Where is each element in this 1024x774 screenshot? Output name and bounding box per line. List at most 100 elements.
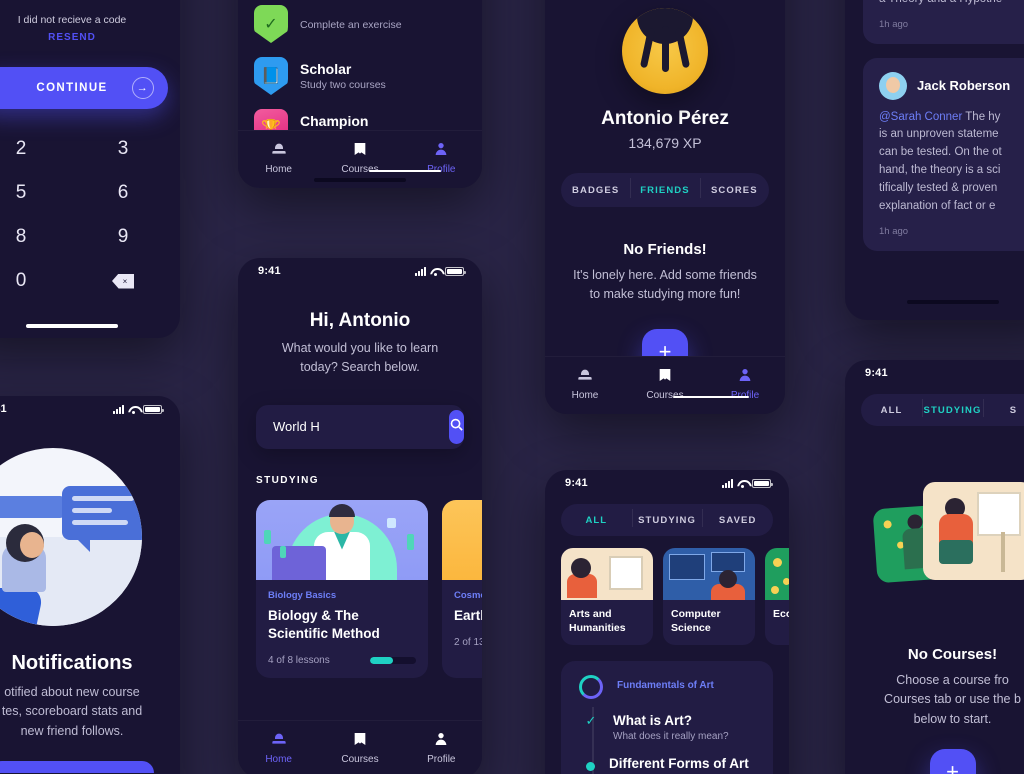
tab-home[interactable]: Home	[545, 367, 625, 401]
achievement-row[interactable]: 📘 Scholar Study two courses	[238, 50, 482, 102]
filter-all[interactable]: ALL	[561, 515, 632, 526]
verification-code-screen: I did not recieve a code RESEND CONTINUE…	[0, 0, 180, 338]
course-title: Earth & Cli	[454, 607, 482, 623]
no-code-text: I did not recieve a code	[17, 14, 127, 26]
battery-icon	[445, 266, 466, 276]
empty-state-body: Choose a course fro Courses tab or use t…	[845, 671, 1024, 729]
mention-link[interactable]: @Sarah Conner	[879, 111, 962, 123]
status-time: 9:41	[258, 265, 281, 277]
tab-home[interactable]: Home	[238, 141, 319, 175]
lesson-course-name: Fundamentals of Art	[617, 680, 714, 692]
tab-active-underline	[369, 170, 441, 172]
category-card[interactable]: Arts and Humanities	[561, 548, 653, 646]
scholar-badge-icon: 📘	[254, 57, 288, 95]
filter-studying[interactable]: STUDYING	[631, 508, 703, 527]
onboarding-title: Notifications	[11, 652, 133, 674]
tab-active-underline	[673, 396, 749, 398]
add-course-button[interactable]: +	[929, 749, 976, 774]
key-6[interactable]: 6	[72, 171, 174, 215]
tab-label: Home	[265, 754, 292, 765]
segment-scores[interactable]: SCORES	[699, 177, 769, 198]
tab-home[interactable]: Home	[238, 731, 319, 765]
signal-icon	[722, 478, 733, 488]
category-card[interactable]: Computer Science	[663, 548, 755, 646]
greeting-subtitle: What would you like to learn today? Sear…	[281, 341, 439, 374]
onboarding-cta-button[interactable]	[0, 761, 154, 774]
home-indicator	[906, 300, 999, 304]
status-time: 9:41	[565, 477, 588, 489]
course-card[interactable]: Cosmol Earth & Cli 2 of 13	[442, 499, 482, 678]
book-icon	[625, 367, 705, 386]
empty-body-line: Choose a course fro	[896, 673, 1009, 687]
tab-courses[interactable]: Courses	[319, 731, 400, 765]
empty-state-title: No Friends!	[623, 241, 707, 258]
onboarding-body-line: tes, scoreboard stats and	[1, 704, 143, 719]
status-time: 9:41	[865, 367, 888, 379]
lesson-row[interactable]: Different Forms of Art It is not just pa…	[575, 756, 759, 774]
achievement-row[interactable]: ✓ Complete an exercise	[238, 0, 482, 50]
category-name: Arts and Humanities	[569, 608, 626, 634]
category-illustration	[765, 548, 789, 600]
course-filter-tabs[interactable]: ALL STUDYING S	[861, 394, 1024, 426]
status-bar: 9:41	[845, 360, 1024, 386]
segment-badges[interactable]: BADGES	[561, 185, 630, 196]
current-dot-icon	[586, 762, 595, 772]
profile-xp: 134,679 XP	[628, 135, 702, 151]
notifications-onboarding-screen: 9:41 Notifications otified about new cou…	[0, 396, 180, 774]
category-card[interactable]: Econ and	[765, 548, 789, 646]
key-8[interactable]: 8	[0, 215, 72, 259]
achievement-subtitle: Study two courses	[300, 79, 386, 91]
home-icon	[238, 141, 319, 160]
backspace-key[interactable]: ×	[72, 259, 174, 303]
key-3[interactable]: 3	[72, 127, 174, 171]
status-time: 9:41	[0, 403, 7, 415]
key-0[interactable]: 0	[0, 259, 72, 303]
lesson-row[interactable]: ✓ What is Art? What does it really mean?	[575, 713, 759, 742]
empty-state-title: No Courses!	[907, 646, 998, 663]
course-filter-tabs[interactable]: ALL STUDYING SAVED	[561, 504, 773, 536]
empty-body-line: Courses tab or use the b	[884, 692, 1021, 707]
segment-friends[interactable]: FRIENDS	[630, 177, 699, 198]
no-courses-screen: 9:41 ALL STUDYING S No Courses! Choose a…	[845, 360, 1024, 774]
message-timestamp: 1h ago	[879, 225, 909, 237]
search-button[interactable]	[449, 409, 464, 444]
key-2[interactable]: 2	[0, 127, 72, 171]
key-9[interactable]: 9	[72, 215, 174, 259]
tab-profile[interactable]: Profile	[401, 731, 482, 765]
filter-saved[interactable]: SAVED	[702, 508, 773, 527]
filter-saved[interactable]: S	[983, 398, 1024, 417]
course-lessons: 4 of 8 lessons	[268, 654, 330, 666]
category-row[interactable]: Arts and Humanities Computer Science Eco…	[561, 548, 789, 646]
onboarding-body-line: otified about new course	[4, 685, 140, 699]
message-text: @Sarah Conner The hy is an unproven stat…	[879, 109, 1024, 216]
avatar	[879, 71, 907, 100]
numeric-keypad[interactable]: 2 3 5 6 8 9 0 ×	[0, 127, 180, 303]
profile-segmented-control[interactable]: BADGES FRIENDS SCORES	[561, 173, 769, 207]
studying-card-row[interactable]: Biology Basics Biology & The Scientific …	[256, 499, 482, 678]
home-search-screen: 9:41 Hi, Antonio What would you like to …	[238, 258, 482, 774]
check-icon: ✓	[585, 713, 597, 729]
course-lessons: 2 of 13	[454, 636, 482, 648]
person-icon	[401, 731, 482, 750]
search-input[interactable]	[261, 419, 449, 434]
message-line: hand, the theory is a sci	[879, 164, 1001, 177]
filter-studying[interactable]: STUDYING	[922, 398, 983, 417]
category-illustration	[561, 548, 653, 600]
lesson-title: What is Art?	[613, 713, 692, 729]
continue-button[interactable]: CONTINUE →	[0, 67, 168, 109]
tab-label: Home	[571, 390, 599, 401]
course-category: Cosmol	[454, 589, 482, 601]
person-icon	[401, 141, 482, 160]
status-bar: 9:41	[545, 470, 789, 496]
message-line: The hy	[962, 110, 1001, 123]
course-card[interactable]: Biology Basics Biology & The Scientific …	[256, 499, 428, 678]
achievements-screen: ✓ Complete an exercise 📘 Scholar Study t…	[238, 0, 482, 188]
message-card[interactable]: Sarah Conner What is the difference b a …	[863, 0, 1024, 44]
resend-link[interactable]: RESEND	[0, 32, 180, 43]
message-card[interactable]: Jack Roberson @Sarah Conner The hy is an…	[863, 57, 1024, 251]
filter-all[interactable]: ALL	[861, 405, 922, 416]
key-5[interactable]: 5	[0, 171, 72, 215]
achievement-subtitle: Complete an exercise	[300, 19, 402, 31]
search-bar[interactable]	[256, 404, 464, 449]
message-line: explanation of fact or e	[879, 199, 996, 212]
